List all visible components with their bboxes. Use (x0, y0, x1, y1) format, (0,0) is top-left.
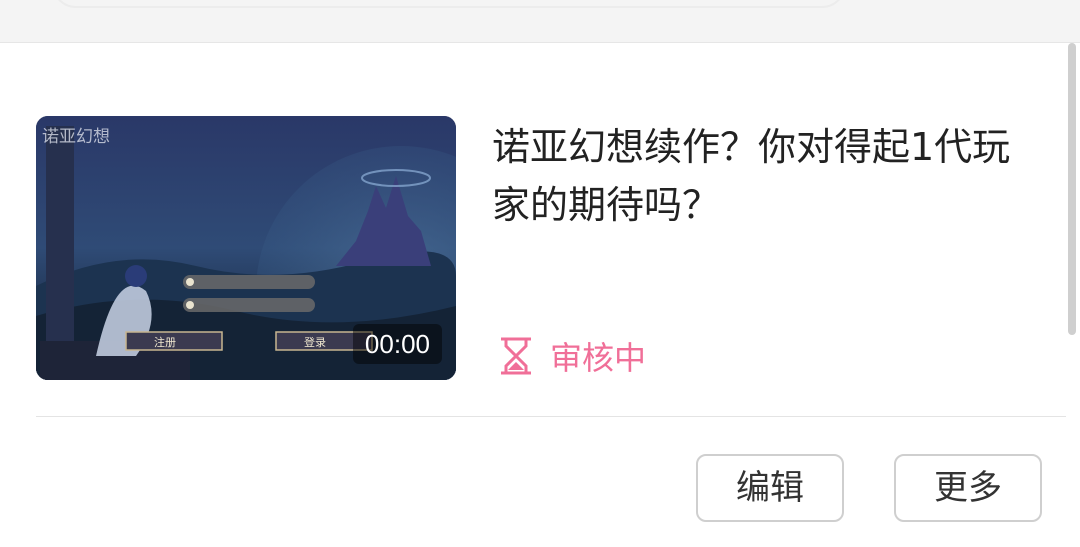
divider (36, 416, 1066, 417)
login-label: 登录 (304, 336, 326, 349)
video-duration: 00:00 (352, 324, 442, 364)
review-status: 审核中 (498, 333, 646, 379)
post-card: 诺亚幻想 注册 登录 00:00 诺亚幻想续作？你对得起1代玩家的期待吗？ 审核… (0, 42, 1080, 547)
status-text: 审核中 (550, 339, 647, 377)
scrollbar[interactable] (1068, 43, 1076, 335)
hourglass-icon (501, 337, 531, 375)
edit-button[interactable]: 编辑 (696, 454, 844, 522)
game-logo: 诺亚幻想 (42, 127, 110, 147)
post-title[interactable]: 诺亚幻想续作？你对得起1代玩家的期待吗？ (492, 118, 1032, 234)
more-button[interactable]: 更多 (894, 454, 1042, 522)
video-thumbnail[interactable]: 诺亚幻想 注册 登录 00:00 (36, 116, 456, 380)
register-label: 注册 (154, 336, 176, 349)
search-bar-edge[interactable] (52, 0, 846, 8)
